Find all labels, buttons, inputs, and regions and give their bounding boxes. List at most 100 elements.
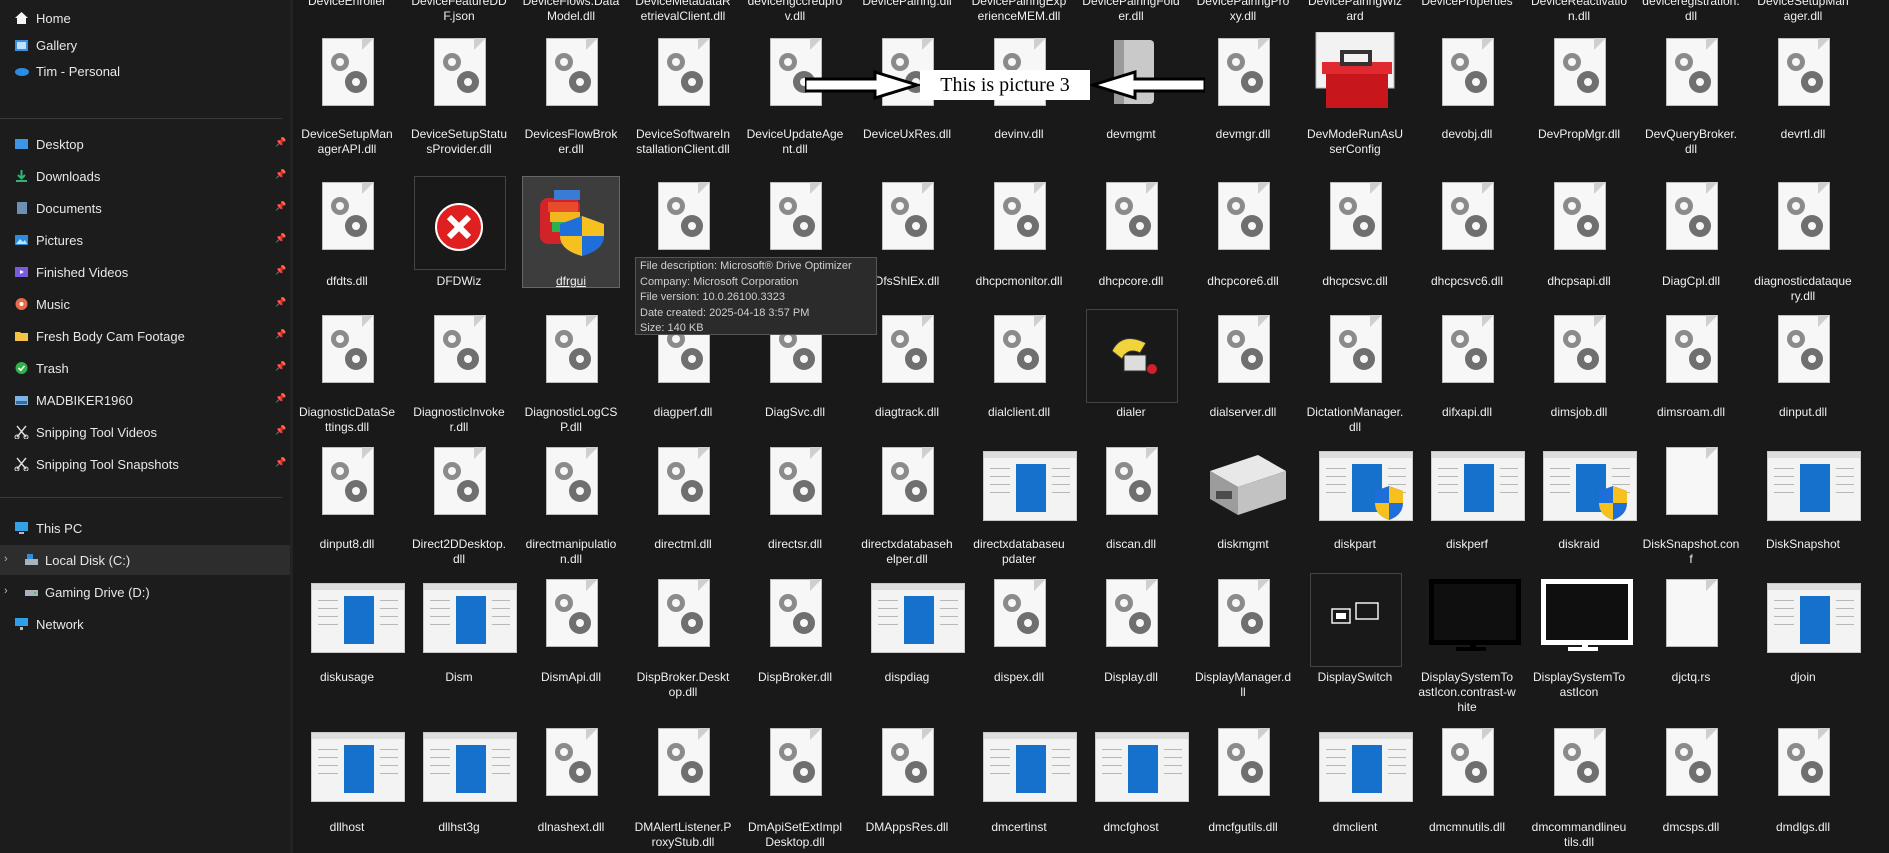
file-item[interactable]: devobj.dll [1418, 36, 1516, 156]
file-item[interactable]: Direct2DDesktop.dll [410, 445, 508, 566]
file-item[interactable]: DiskSnapshot [1754, 445, 1861, 565]
file-item[interactable]: DevicePairingFolder.dll [1082, 0, 1180, 24]
file-item[interactable]: dmclient [1306, 726, 1413, 846]
file-item[interactable]: Display.dll [1082, 577, 1180, 697]
file-item[interactable]: dinput.dll [1754, 313, 1852, 433]
sidebar-item-snipping-tool-videos[interactable]: Snipping Tool Videos 📌 [0, 417, 290, 447]
file-item[interactable]: DisplaySwitch [1306, 573, 1404, 697]
file-item[interactable]: DisplaySystemToastIcon [1530, 577, 1633, 699]
sidebar-item-downloads[interactable]: Downloads 📌 [0, 161, 290, 191]
file-item[interactable]: diskraid [1530, 445, 1637, 565]
file-item[interactable]: DictationManager.dll [1306, 313, 1404, 434]
file-item[interactable]: DiagCpl.dll [1642, 180, 1740, 300]
file-item[interactable]: dlnashext.dll [522, 726, 620, 846]
file-item[interactable]: DeviceFeatureDDF.json [410, 0, 508, 24]
file-item[interactable]: diskperf [1418, 445, 1525, 565]
file-item[interactable]: dhcpcsvc.dll [1306, 180, 1404, 300]
file-item[interactable]: DisplayManager.dll [1194, 577, 1292, 699]
sidebar-item-gaming-drive-d[interactable]: › Gaming Drive (D:) [0, 577, 290, 607]
file-item[interactable]: devmgr.dll [1194, 36, 1292, 156]
file-item[interactable]: dhcpcsvc6.dll [1418, 180, 1516, 300]
file-item[interactable]: diagnosticdataquery.dll [1754, 180, 1852, 303]
file-item[interactable]: directsr.dll [746, 445, 844, 565]
file-item[interactable]: diskusage [298, 577, 405, 697]
file-item[interactable]: diskmgmt [1194, 445, 1292, 565]
file-item[interactable]: directml.dll [634, 445, 732, 565]
sidebar-item-local-disk-c[interactable]: › Local Disk (C:) [0, 545, 290, 575]
file-item[interactable]: dispdiag [858, 577, 965, 697]
file-item[interactable]: dimsroam.dll [1642, 313, 1740, 433]
file-item[interactable]: dialer [1082, 309, 1180, 433]
file-item[interactable]: DevQueryBroker.dll [1642, 36, 1740, 156]
file-item[interactable]: DiagnosticInvoker.dll [410, 313, 508, 434]
file-item[interactable]: dmcommandlineutils.dll [1530, 726, 1628, 849]
sidebar-item-music[interactable]: Music 📌 [0, 289, 290, 319]
sidebar-item-this-pc[interactable]: This PC [0, 513, 290, 543]
chevron-right-icon[interactable]: › [4, 553, 14, 567]
file-item[interactable]: dfrgui [522, 176, 620, 300]
file-item[interactable]: dhcpcore.dll [1082, 180, 1180, 300]
sidebar-item-fresh-body-cam-footage[interactable]: Fresh Body Cam Footage 📌 [0, 321, 290, 351]
file-item[interactable]: DevicesFlowBroker.dll [522, 36, 620, 156]
file-item[interactable]: DisplaySystemToastIcon.contrast-white [1418, 577, 1521, 714]
file-item[interactable]: dispex.dll [970, 577, 1068, 697]
sidebar-item-gallery[interactable]: Gallery [0, 30, 290, 60]
file-item[interactable]: directxdatabasehelper.dll [858, 445, 956, 566]
chevron-right-icon[interactable]: › [4, 585, 14, 599]
file-item[interactable]: dhcpcmonitor.dll [970, 180, 1068, 300]
file-item[interactable]: djctq.rs [1642, 577, 1740, 697]
file-item[interactable]: difxapi.dll [1418, 313, 1516, 433]
file-item[interactable]: devicengccredprov.dll [746, 0, 844, 24]
sidebar-item-madbiker1960[interactable]: MADBIKER1960 📌 [0, 385, 290, 415]
file-item[interactable]: djoin [1754, 577, 1861, 697]
file-item[interactable]: DFDWiz [410, 176, 508, 300]
file-item[interactable]: DispBroker.Desktop.dll [634, 577, 732, 699]
file-item[interactable]: DiagnosticLogCSP.dll [522, 313, 620, 434]
file-item[interactable]: dmdlgs.dll [1754, 726, 1852, 846]
file-item[interactable]: Dism [410, 577, 517, 697]
file-item[interactable]: DeviceSetupManagerAPI.dll [298, 36, 396, 156]
file-item[interactable]: dimsjob.dll [1530, 313, 1628, 433]
file-item[interactable]: DeviceEnroller [298, 0, 396, 24]
file-item[interactable]: DevicePairing.dll [858, 0, 956, 24]
file-item[interactable]: DeviceSoftwareInstallationClient.dll [634, 36, 732, 156]
file-item[interactable]: dllhst3g [410, 726, 517, 846]
file-item[interactable]: dmcfgutils.dll [1194, 726, 1292, 846]
file-item[interactable]: dhcpsapi.dll [1530, 180, 1628, 300]
sidebar-item-pictures[interactable]: Pictures 📌 [0, 225, 290, 255]
file-item[interactable]: DevicePairingProxy.dll [1194, 0, 1292, 24]
sidebar-item-tim-personal[interactable]: Tim - Personal [0, 56, 290, 86]
file-item[interactable]: DMAppsRes.dll [858, 726, 956, 846]
file-item[interactable]: diskpart [1306, 445, 1413, 565]
file-item[interactable]: DeviceSetupStatusProvider.dll [410, 36, 508, 156]
file-item[interactable]: DispBroker.dll [746, 577, 844, 697]
file-item[interactable]: DiskSnapshot.conf [1642, 445, 1740, 566]
file-item[interactable]: DeviceFlows.DataModel.dll [522, 0, 620, 24]
file-item[interactable]: dllhost [298, 726, 405, 846]
file-item[interactable]: DeviceMetadataRetrievalClient.dll [634, 0, 732, 24]
file-item[interactable]: dialclient.dll [970, 313, 1068, 433]
sidebar-item-trash[interactable]: Trash 📌 [0, 353, 290, 383]
file-item[interactable]: dinput8.dll [298, 445, 396, 565]
file-item[interactable]: DiagnosticDataSettings.dll [298, 313, 396, 434]
file-item[interactable]: dmcfghost [1082, 726, 1189, 846]
file-item[interactable]: devrtl.dll [1754, 36, 1852, 156]
file-item[interactable]: dmcmnutils.dll [1418, 726, 1516, 846]
file-item[interactable]: DmApiSetExtImplDesktop.dll [746, 726, 844, 849]
file-item[interactable]: DevicePairingWizard [1306, 0, 1404, 24]
file-item[interactable]: discan.dll [1082, 445, 1180, 565]
sidebar-item-finished-videos[interactable]: Finished Videos 📌 [0, 257, 290, 287]
file-item[interactable]: DismApi.dll [522, 577, 620, 697]
file-item[interactable]: dmcertinst [970, 726, 1077, 846]
sidebar-item-home[interactable]: Home [0, 3, 290, 33]
file-item[interactable]: dhcpcore6.dll [1194, 180, 1292, 300]
file-item[interactable]: DevicePairingExperienceMEM.dll [970, 0, 1068, 24]
sidebar-item-snipping-tool-snapshots[interactable]: Snipping Tool Snapshots 📌 [0, 449, 290, 479]
sidebar-item-network[interactable]: Network [0, 609, 290, 639]
file-item[interactable]: DeviceProperties [1418, 0, 1516, 24]
sidebar-item-documents[interactable]: Documents 📌 [0, 193, 290, 223]
file-item[interactable]: DeviceSetupManager.dll [1754, 0, 1852, 24]
file-item[interactable]: DevModeRunAsUserConfig [1306, 32, 1404, 156]
file-item[interactable]: dfdts.dll [298, 180, 396, 300]
file-item[interactable]: dialserver.dll [1194, 313, 1292, 433]
